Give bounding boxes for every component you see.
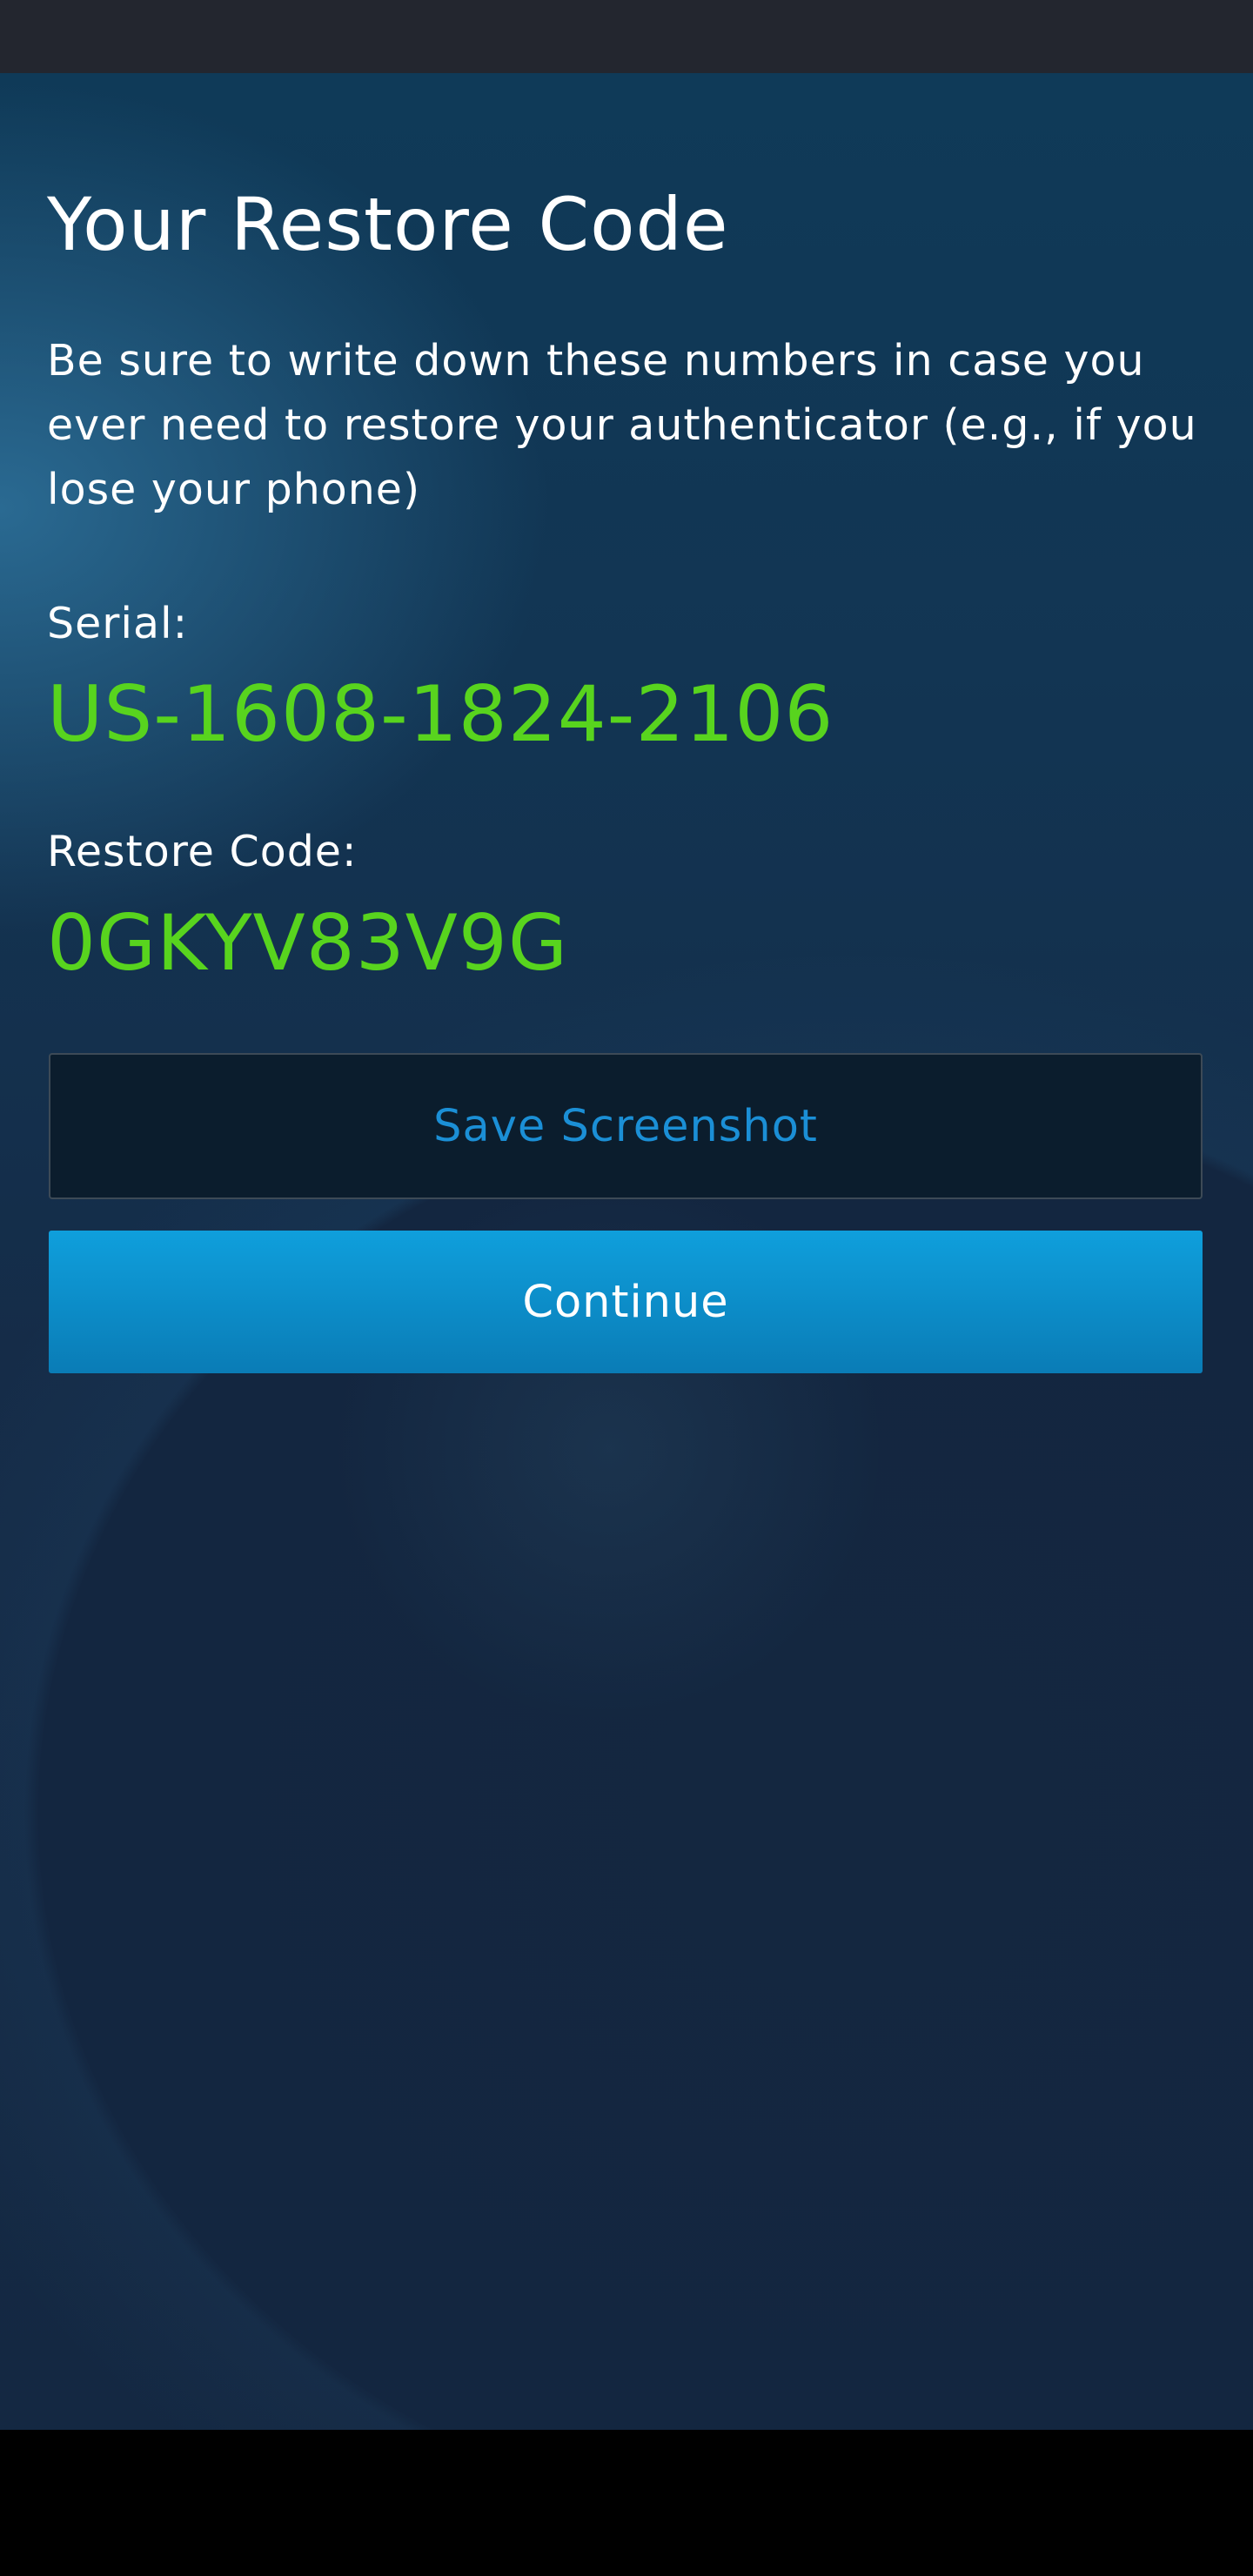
status-bar xyxy=(0,0,1253,73)
description-text: Be sure to write down these numbers in c… xyxy=(47,336,1197,514)
continue-label: Continue xyxy=(522,1276,729,1328)
save-screenshot-label: Save Screenshot xyxy=(433,1100,818,1152)
save-screenshot-button[interactable]: Save Screenshot xyxy=(49,1053,1203,1199)
restore-code-value: 0GKYV83V9G xyxy=(47,898,569,988)
page-title: Your Restore Code xyxy=(47,182,729,267)
serial-label: Serial: xyxy=(47,599,189,648)
navigation-bar xyxy=(0,2430,1253,2576)
continue-button[interactable]: Continue xyxy=(49,1231,1203,1373)
serial-value: US-1608-1824-2106 xyxy=(47,669,834,759)
restore-code-label: Restore Code: xyxy=(47,827,358,876)
restore-code-screen: Your Restore Code Be sure to write down … xyxy=(0,73,1253,2430)
